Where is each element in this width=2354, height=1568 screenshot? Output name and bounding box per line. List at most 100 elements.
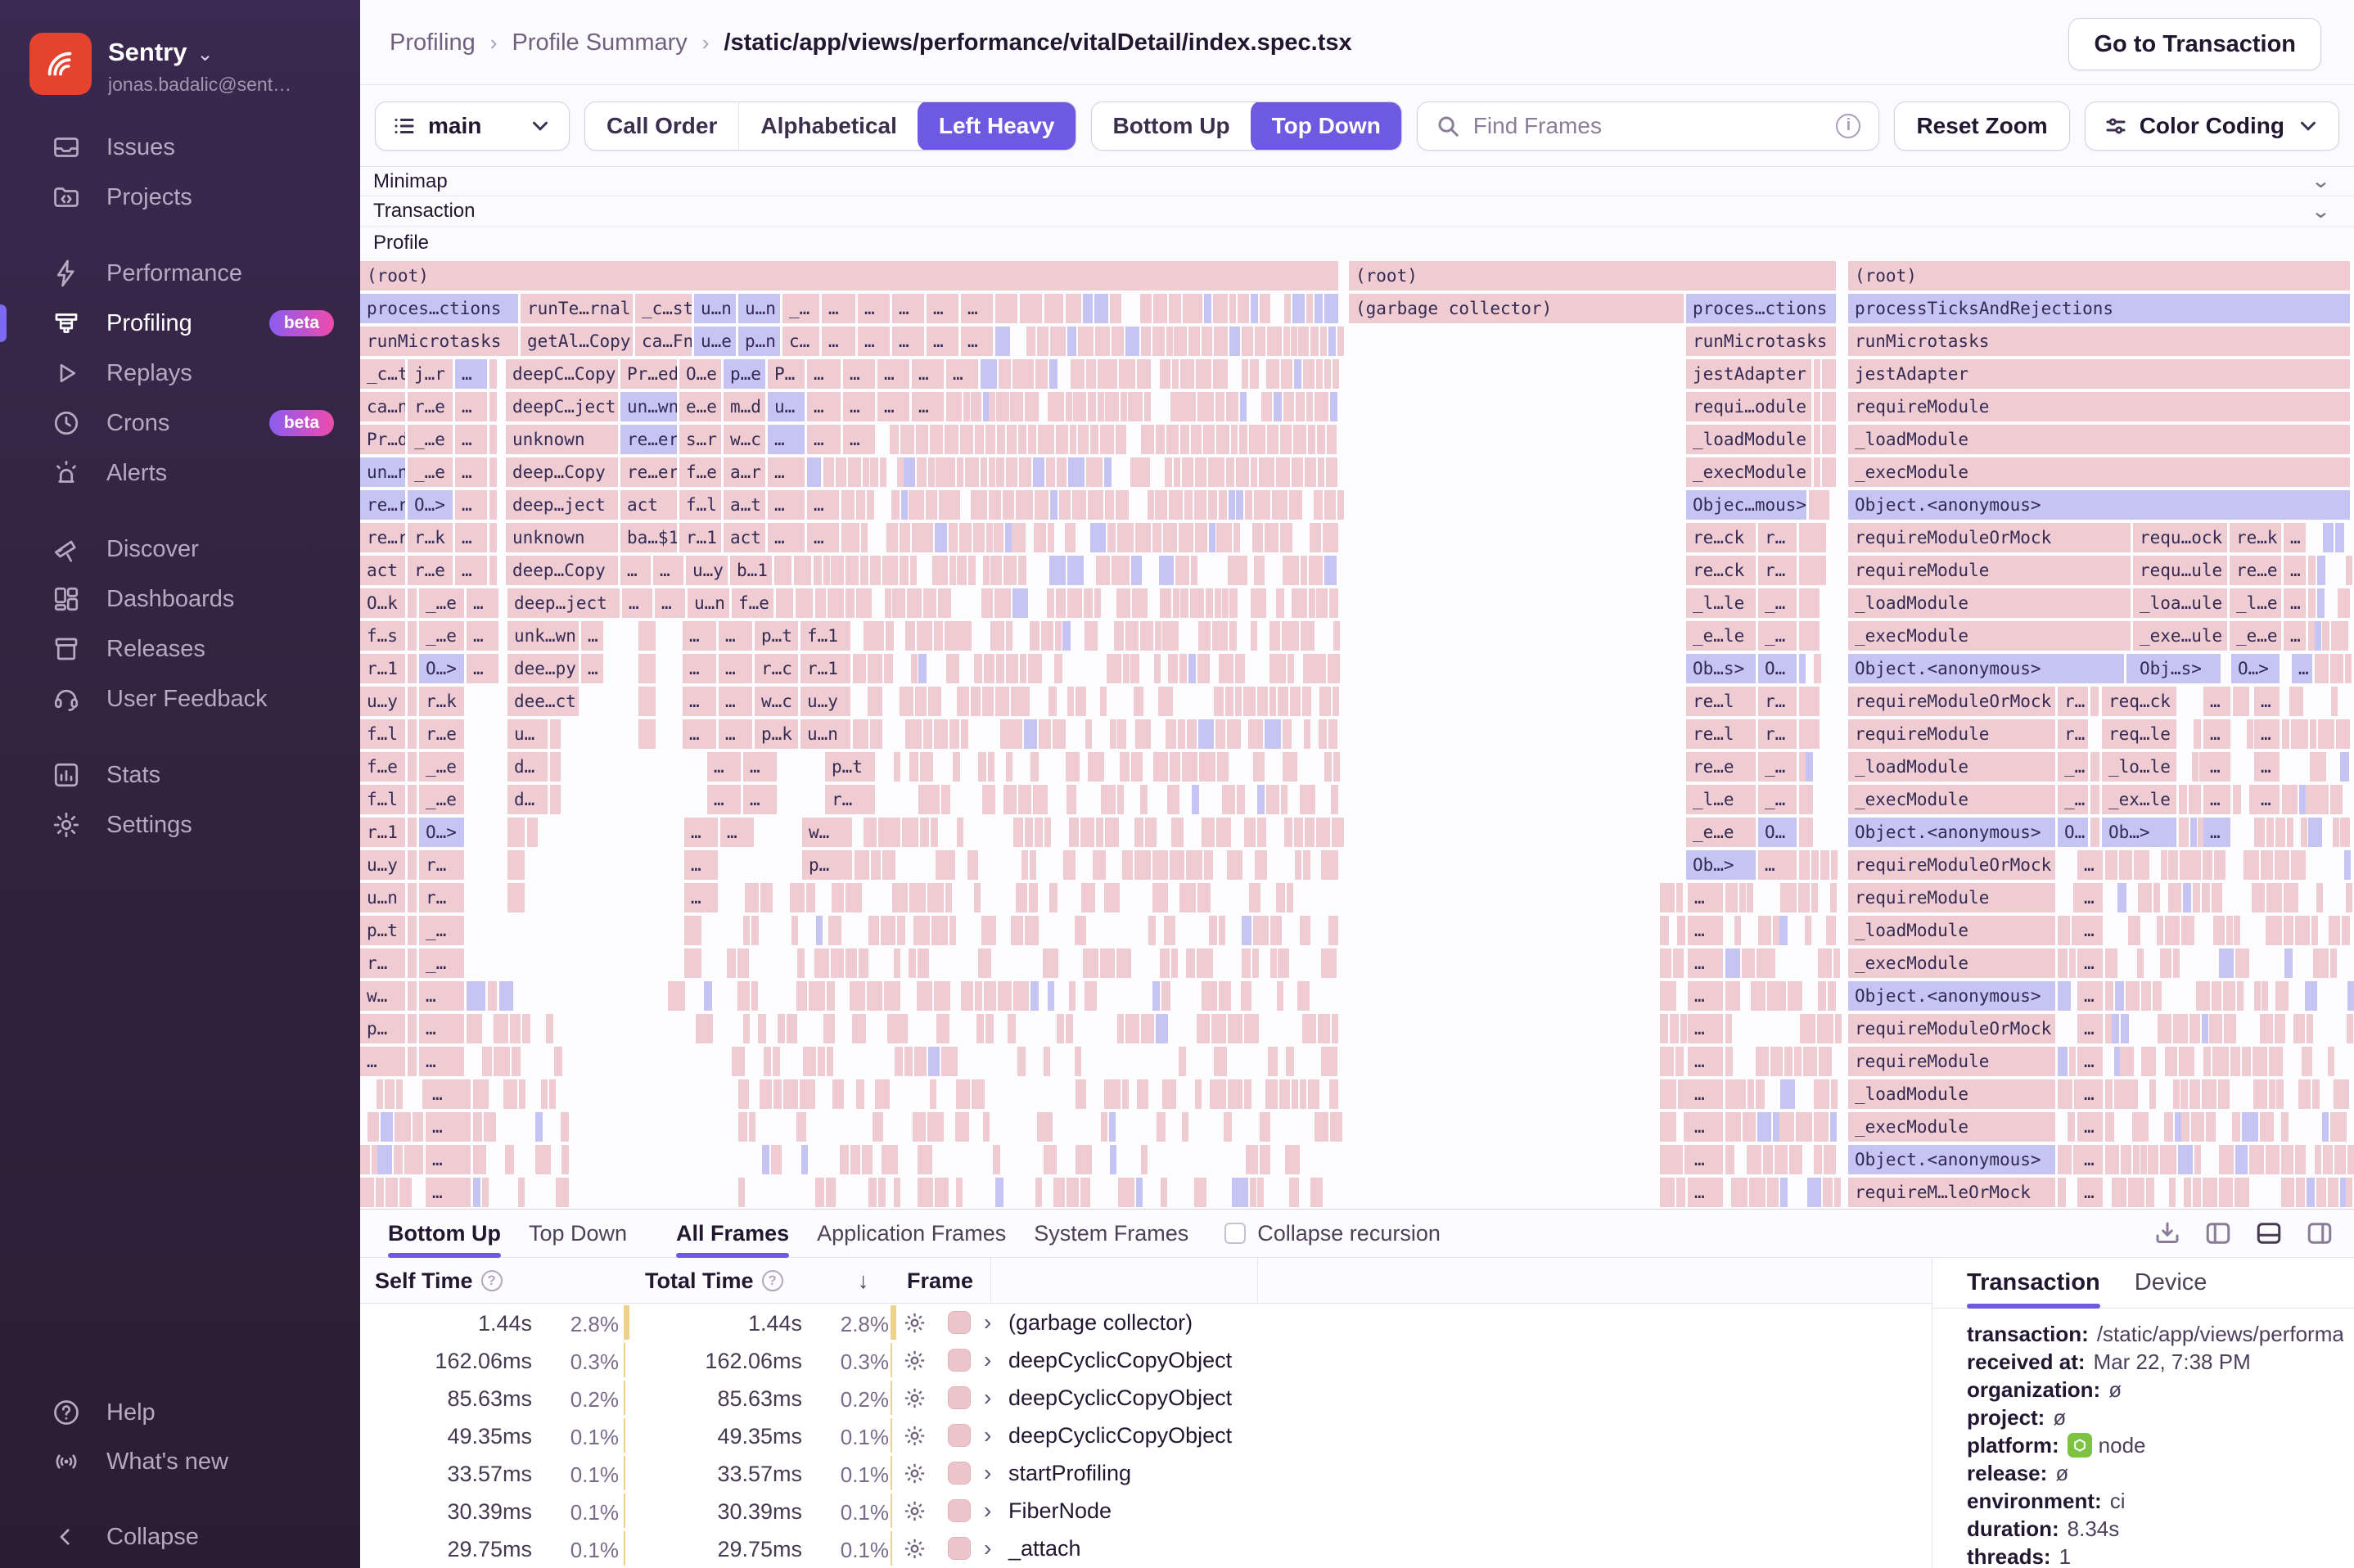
flame-frame[interactable] (1815, 490, 1822, 520)
flame-frame[interactable]: … (2203, 687, 2230, 716)
flame-frame[interactable] (892, 588, 905, 618)
flame-frame[interactable] (1116, 948, 1131, 978)
flame-frame[interactable] (1088, 490, 1103, 520)
flame-frame[interactable] (982, 785, 995, 814)
flame-frame[interactable] (1067, 785, 1076, 814)
flame-frame[interactable]: … (455, 359, 487, 389)
flame-frame[interactable] (1112, 327, 1124, 356)
flame-frame[interactable] (1229, 621, 1237, 651)
flame-frame[interactable] (549, 1079, 556, 1109)
flame-frame[interactable] (489, 523, 497, 552)
flame-frame[interactable] (1265, 719, 1281, 749)
flame-frame[interactable] (1814, 1079, 1829, 1109)
flame-frame[interactable] (2334, 1079, 2340, 1109)
flame-frame[interactable] (1100, 687, 1107, 716)
flame-frame[interactable] (1084, 588, 1093, 618)
flame-frame[interactable] (1110, 1145, 1116, 1174)
flame-frame[interactable]: … (581, 621, 603, 651)
flame-frame[interactable] (931, 818, 938, 847)
flame-frame[interactable] (1260, 294, 1270, 323)
flame-frame[interactable] (1053, 719, 1066, 749)
flame-frame[interactable]: r…1 (800, 654, 850, 683)
flame-frame[interactable]: f…e (360, 752, 405, 782)
flame-frame[interactable] (1300, 785, 1315, 814)
flame-frame[interactable] (1119, 359, 1135, 389)
flame-frame[interactable] (1169, 294, 1181, 323)
flame-frame[interactable] (1799, 621, 1806, 651)
flame-frame[interactable] (1241, 981, 1251, 1011)
flame-frame[interactable] (1067, 327, 1076, 356)
flame-frame[interactable] (1255, 327, 1265, 356)
flame-frame[interactable] (1333, 359, 1339, 389)
flame-frame[interactable]: r…k (419, 687, 464, 716)
flame-frame[interactable] (2161, 850, 2167, 880)
flame-frame[interactable] (1019, 457, 1031, 487)
profile-strip[interactable]: Profile (360, 227, 2354, 259)
flame-frame[interactable] (1090, 523, 1106, 552)
flame-frame[interactable]: act (620, 490, 677, 520)
flame-frame[interactable] (1294, 818, 1303, 847)
flame-frame[interactable] (2153, 981, 2162, 1011)
flame-frame[interactable]: … (684, 818, 718, 847)
flame-frame[interactable] (2293, 1014, 2305, 1043)
flame-frame[interactable]: ca…Fn (635, 327, 692, 356)
flame-frame[interactable]: requi…odule (1686, 392, 1811, 421)
flame-frame[interactable] (1044, 818, 1051, 847)
flame-frame[interactable]: r… (1758, 719, 1797, 749)
flame-frame[interactable] (1337, 818, 1344, 847)
flame-frame[interactable] (1211, 1014, 1226, 1043)
flame-frame[interactable] (1794, 1047, 1802, 1076)
flame-frame[interactable] (399, 1178, 412, 1207)
flame-frame[interactable] (2115, 981, 2124, 1011)
flame-frame[interactable]: … (2077, 1112, 2103, 1142)
flame-frame[interactable] (1195, 523, 1207, 552)
flame-frame[interactable] (1088, 392, 1096, 421)
flame-frame[interactable] (1179, 523, 1193, 552)
flame-frame[interactable] (1179, 1047, 1186, 1076)
flame-frame[interactable] (1814, 1112, 1829, 1142)
flame-frame[interactable] (2336, 719, 2350, 749)
flame-frame[interactable] (1248, 719, 1263, 749)
flame-frame[interactable] (1299, 425, 1306, 454)
flame-frame[interactable] (855, 850, 869, 880)
gear-icon[interactable] (902, 1310, 927, 1340)
flame-frame[interactable]: _… (1758, 621, 1797, 651)
flame-frame[interactable] (974, 654, 982, 683)
flame-frame[interactable] (394, 1145, 403, 1174)
flame-frame[interactable] (1180, 588, 1188, 618)
flame-frame[interactable] (1812, 588, 1820, 618)
flame-frame[interactable] (1076, 687, 1086, 716)
flame-frame[interactable] (1197, 948, 1213, 978)
flame-frame[interactable] (907, 425, 914, 454)
flame-frame[interactable] (923, 588, 930, 618)
flame-frame[interactable] (1083, 294, 1093, 323)
flame-frame[interactable] (868, 916, 879, 945)
flame-frame[interactable] (900, 523, 910, 552)
flame-frame[interactable] (1080, 818, 1094, 847)
flame-frame[interactable] (1333, 752, 1340, 782)
flame-frame[interactable] (894, 948, 900, 978)
flame-frame[interactable] (796, 1112, 806, 1142)
flame-frame[interactable] (1233, 523, 1240, 552)
flame-frame[interactable] (941, 1047, 958, 1076)
flame-frame[interactable] (1835, 1014, 1842, 1043)
flame-frame[interactable] (1049, 556, 1066, 585)
flame-frame[interactable] (1767, 1178, 1779, 1207)
flame-frame[interactable] (878, 1178, 886, 1207)
flame-frame[interactable] (828, 916, 841, 945)
flame-frame[interactable] (1110, 294, 1121, 323)
flame-frame[interactable] (732, 1047, 745, 1076)
flame-frame[interactable]: … (720, 818, 754, 847)
flame-frame[interactable] (2165, 916, 2180, 945)
flame-frame[interactable] (1182, 457, 1193, 487)
flame-frame[interactable] (1162, 621, 1179, 651)
flame-frame[interactable] (787, 1014, 797, 1043)
flame-frame[interactable] (814, 556, 822, 585)
flame-frame[interactable] (1774, 981, 1786, 1011)
flame-frame[interactable] (2194, 719, 2201, 749)
flame-frame[interactable] (989, 457, 995, 487)
flame-frame[interactable]: u…n (688, 588, 729, 618)
flame-frame[interactable] (856, 1079, 864, 1109)
flame-frame[interactable]: … (768, 490, 805, 520)
flame-frame[interactable] (1075, 1047, 1081, 1076)
